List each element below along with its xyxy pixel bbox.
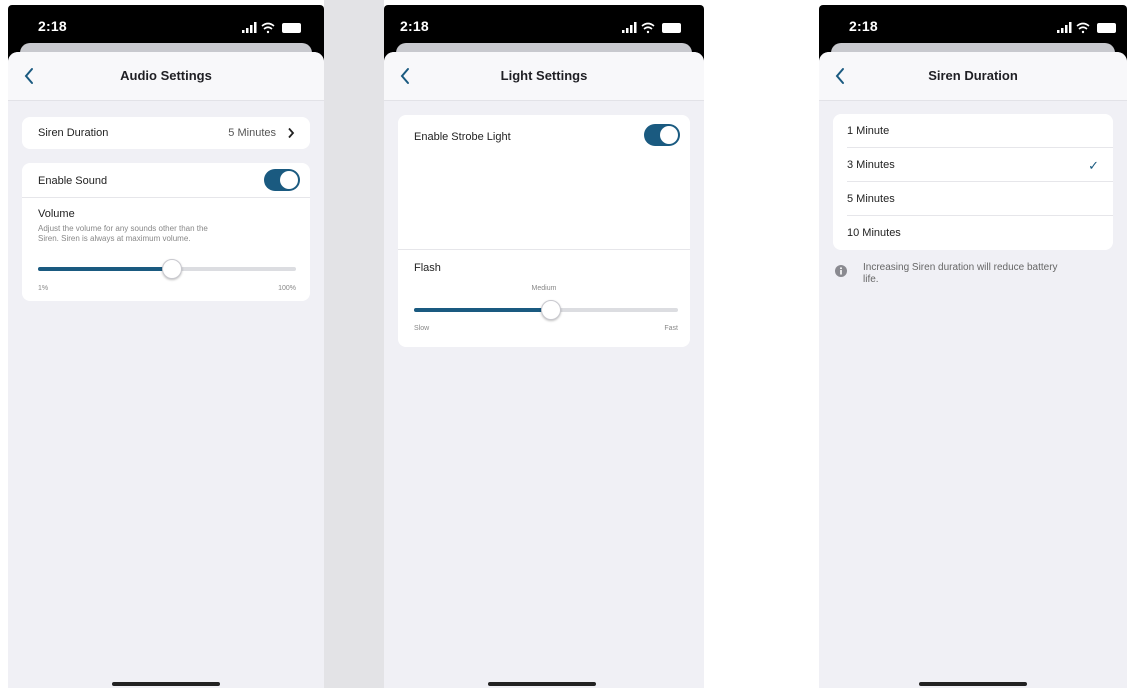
signal-icon — [242, 22, 257, 33]
flash-slider-fill — [414, 308, 552, 312]
duration-option[interactable]: 5 Minutes — [833, 182, 1113, 216]
battery-note-text-2: life. — [863, 274, 879, 285]
duration-option-label: 1 Minute — [847, 125, 890, 137]
wifi-icon — [1076, 22, 1090, 34]
divider — [22, 197, 310, 198]
sound-card: Enable Sound Volume Adjust the volume fo… — [22, 163, 310, 301]
volume-slider-thumb[interactable] — [162, 259, 183, 279]
volume-description: Adjust the volume for any sounds other t… — [38, 224, 208, 233]
siren-screen: Siren Duration 1 Minute 3 Minutes ✓ 5 Mi… — [819, 52, 1127, 688]
status-icons — [1057, 21, 1119, 39]
siren-duration-value: 5 Minutes — [228, 127, 276, 139]
flash-label: Flash — [414, 262, 441, 274]
enable-sound-toggle[interactable] — [264, 169, 300, 191]
home-indicator — [488, 682, 596, 686]
page-title: Light Settings — [500, 68, 588, 83]
volume-slider-fill — [38, 267, 173, 271]
wifi-icon — [261, 22, 275, 34]
chevron-right-icon — [288, 127, 295, 139]
phone-siren-duration: 2:18 Siren Duration 1 Minute 3 Minutes ✓ — [819, 5, 1127, 688]
status-icons — [622, 21, 684, 39]
flash-min-label: Slow — [414, 325, 430, 332]
battery-note-text: Increasing Siren duration will reduce ba… — [863, 262, 1058, 273]
status-time: 2:18 — [400, 18, 429, 34]
flash-value-label: Medium — [531, 285, 557, 292]
signal-icon — [1057, 22, 1072, 33]
light-screen: Light Settings Enable Strobe Light Flash… — [384, 52, 704, 688]
nav-bar: Audio Settings — [8, 52, 324, 101]
volume-min-label: 1% — [38, 285, 49, 292]
duration-option[interactable]: 1 Minute — [833, 114, 1113, 148]
duration-option[interactable]: 10 Minutes — [833, 216, 1113, 250]
audio-screen: Audio Settings Siren Duration 5 Minutes … — [8, 52, 324, 688]
volume-label: Volume — [38, 208, 75, 220]
home-indicator — [112, 682, 220, 686]
battery-icon — [662, 23, 681, 33]
status-time: 2:18 — [38, 18, 67, 34]
page-title: Audio Settings — [120, 68, 212, 83]
enable-sound-label: Enable Sound — [38, 175, 108, 187]
flash-max-label: Fast — [664, 325, 678, 332]
divider — [398, 249, 690, 250]
checkmark-icon: ✓ — [1088, 158, 1099, 173]
duration-options-list: 1 Minute 3 Minutes ✓ 5 Minutes 10 Minute… — [833, 114, 1113, 250]
wifi-icon — [641, 22, 655, 34]
duration-option[interactable]: 3 Minutes ✓ — [833, 148, 1113, 182]
strobe-light-toggle[interactable] — [644, 124, 680, 146]
nav-bar: Light Settings — [384, 52, 704, 101]
phone-light-settings: 2:18 Light Settings Enable Strobe Light … — [384, 5, 704, 688]
home-indicator — [919, 682, 1027, 686]
info-icon — [835, 265, 847, 277]
siren-duration-label: Siren Duration — [38, 127, 109, 139]
duration-option-label: 10 Minutes — [847, 227, 901, 239]
strobe-light-label: Enable Strobe Light — [414, 131, 511, 143]
duration-option-label: 3 Minutes — [847, 159, 895, 171]
duration-option-label: 5 Minutes — [847, 193, 895, 205]
volume-slider[interactable] — [38, 259, 296, 279]
flash-slider[interactable] — [414, 300, 678, 320]
status-time: 2:18 — [849, 18, 878, 34]
volume-max-label: 100% — [278, 285, 296, 292]
siren-duration-row[interactable]: Siren Duration 5 Minutes — [22, 117, 310, 149]
page-title: Siren Duration — [928, 68, 1018, 83]
strobe-card: Enable Strobe Light Flash Medium Slow Fa… — [398, 115, 690, 347]
battery-icon — [282, 23, 301, 33]
signal-icon — [622, 22, 637, 33]
volume-description-2: Siren. Siren is always at maximum volume… — [38, 234, 191, 243]
status-icons — [242, 21, 304, 39]
nav-bar: Siren Duration — [819, 52, 1127, 101]
battery-icon — [1097, 23, 1116, 33]
screen-gap — [324, 0, 384, 688]
flash-slider-thumb[interactable] — [541, 300, 562, 320]
phone-audio-settings: 2:18 Audio Settings Siren Duration 5 Min… — [8, 5, 324, 688]
